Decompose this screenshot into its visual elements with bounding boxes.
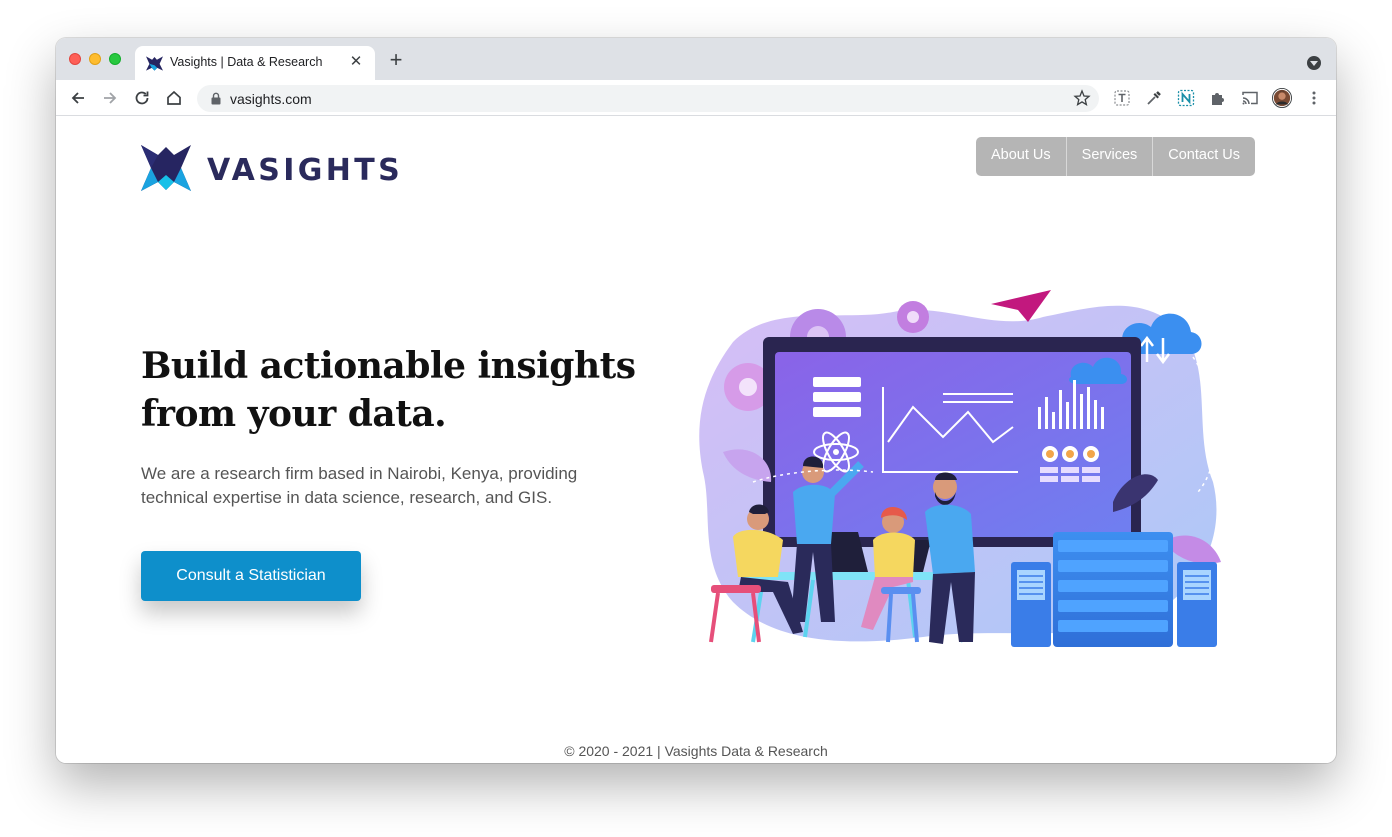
vasights-logo-mark-icon — [141, 145, 191, 191]
data-team-illustration — [699, 290, 1221, 647]
server-rack-icon — [1053, 532, 1173, 647]
browser-tab[interactable]: Vasights | Data & Research ✕ — [135, 46, 375, 80]
gear-small-icon — [897, 301, 929, 333]
close-tab-icon[interactable]: ✕ — [347, 53, 365, 71]
star-icon[interactable] — [1073, 89, 1091, 107]
browser-toolbar: vasights.com — [56, 80, 1336, 116]
cast-icon[interactable] — [1240, 88, 1260, 108]
hero-title-line-2: from your data. — [141, 393, 447, 435]
lock-icon — [211, 92, 221, 105]
kebab-menu-icon[interactable] — [1304, 88, 1324, 108]
new-tab-button[interactable]: + — [385, 49, 407, 72]
home-icon[interactable] — [163, 87, 185, 109]
close-window-button[interactable] — [69, 53, 81, 65]
server-tower-right-icon — [1177, 562, 1217, 647]
reload-icon[interactable] — [131, 87, 153, 109]
hero-title-line-1: Build actionable insights — [141, 345, 636, 387]
tab-strip: Vasights | Data & Research ✕ + — [56, 38, 1336, 80]
consult-statistician-button[interactable]: Consult a Statistician — [141, 551, 361, 601]
nav-about-us[interactable]: About Us — [976, 137, 1067, 176]
brand-wordmark: VASIGHTS — [207, 153, 404, 188]
eyedropper-icon[interactable] — [1144, 88, 1164, 108]
nav-services[interactable]: Services — [1067, 137, 1154, 176]
forward-icon[interactable] — [99, 87, 121, 109]
tab-search-icon[interactable] — [1307, 56, 1321, 70]
main-navigation: About Us Services Contact Us — [976, 137, 1255, 176]
vasights-favicon-icon — [146, 56, 163, 71]
page-content: VASIGHTS About Us Services Contact Us Bu… — [56, 117, 1336, 763]
server-tower-left-icon — [1011, 562, 1051, 647]
nav-contact-us[interactable]: Contact Us — [1153, 137, 1255, 176]
browser-window: Vasights | Data & Research ✕ + vasights.… — [56, 38, 1336, 763]
vasights-logo[interactable]: VASIGHTS — [141, 145, 400, 191]
minimize-window-button[interactable] — [89, 53, 101, 65]
text-extension-icon[interactable] — [1112, 88, 1132, 108]
hero-title: Build actionable insights from your data… — [141, 342, 661, 438]
footer-copyright: © 2020 - 2021 | Vasights Data & Research — [564, 743, 828, 759]
puzzle-icon[interactable] — [1208, 88, 1228, 108]
tab-title: Vasights | Data & Research — [170, 55, 323, 69]
url-text: vasights.com — [230, 91, 312, 107]
maximize-window-button[interactable] — [109, 53, 121, 65]
back-icon[interactable] — [67, 87, 89, 109]
address-bar[interactable]: vasights.com — [197, 85, 1099, 112]
paper-plane-icon — [991, 290, 1051, 322]
hero-subtitle: We are a research firm based in Nairobi,… — [141, 464, 578, 507]
profile-avatar[interactable] — [1272, 88, 1292, 108]
n-extension-icon[interactable] — [1176, 88, 1196, 108]
